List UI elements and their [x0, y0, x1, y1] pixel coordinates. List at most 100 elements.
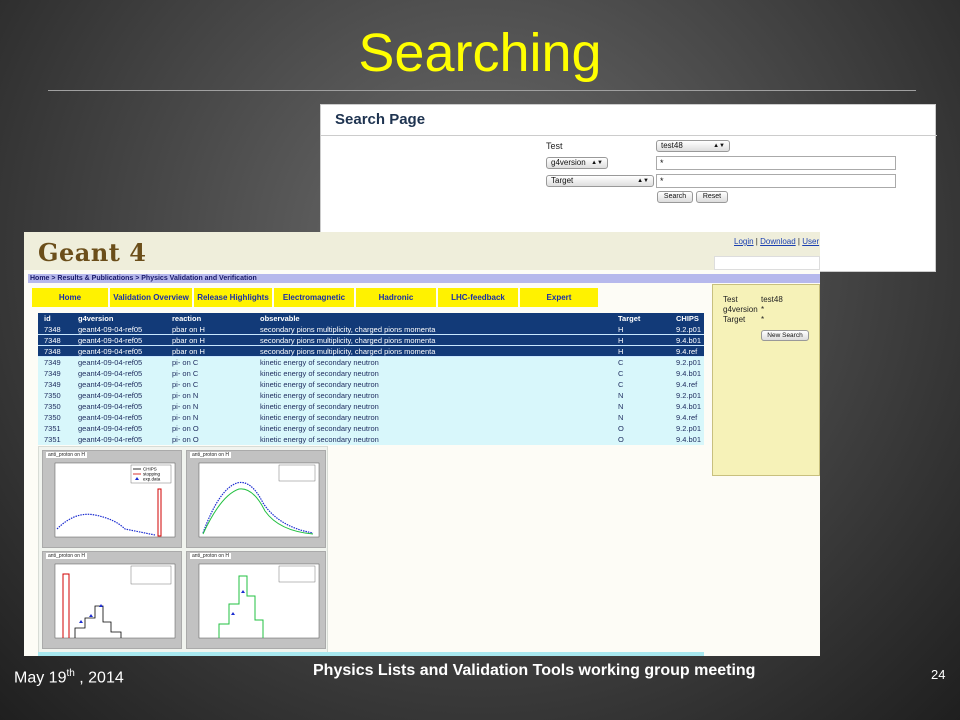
table-row[interactable]: 7348 geant4-09-04-ref05 pbar on H secondary… [38, 346, 704, 357]
table-cell: H [618, 336, 624, 345]
select-arrows-icon: ▲▼ [637, 178, 649, 184]
table-cell: 7351 [44, 424, 61, 433]
table-cell: kinetic energy of secondary neutron [260, 413, 379, 422]
plot-thumbnail[interactable]: anti_proton on H CHIPS stopping exp.data [42, 450, 182, 548]
table-cell: kinetic energy of secondary neutron [260, 380, 379, 389]
footer-meeting-title: Physics Lists and Validation Tools worki… [313, 662, 756, 679]
table-header-cell: id [44, 314, 51, 323]
table-cell: 7349 [44, 369, 61, 378]
search-heading-divider [321, 135, 937, 136]
table-cell: pi- on N [172, 413, 199, 422]
test-select[interactable]: test48 ▲▼ [656, 140, 730, 152]
slide-title: Searching [358, 23, 602, 83]
table-row[interactable]: 7350 geant4-09-04-ref05 pi- on N kinetic en… [38, 390, 704, 401]
table-cell: H [618, 325, 624, 334]
table-cell: 7350 [44, 402, 61, 411]
table-row[interactable]: 7349 geant4-09-04-ref05 pi- on C kinetic en… [38, 357, 704, 368]
table-header-cell: observable [260, 314, 300, 323]
nav-release-highlights[interactable]: Release Highlights [194, 288, 272, 307]
table-cell: geant4-09-04-ref05 [78, 336, 143, 345]
geant4-page-screenshot: Geant 4 Login | Download | User Home > R… [24, 232, 820, 656]
table-header-cell: CHIPS [676, 314, 699, 323]
field1-select[interactable]: g4version ▲▼ [546, 157, 608, 169]
table-cell: C [618, 380, 624, 389]
table-row[interactable]: 7350 geant4-09-04-ref05 pi- on N kinetic en… [38, 401, 704, 412]
test-label: Test [546, 141, 563, 151]
plot-title: anti_proton on H [190, 553, 231, 559]
nav-home[interactable]: Home [32, 288, 108, 307]
login-link[interactable]: Login [734, 237, 754, 246]
table-cell: pbar on H [172, 336, 205, 345]
table-cell: geant4-09-04-ref05 [78, 413, 143, 422]
table-cell: 9.2.p01 [676, 424, 702, 433]
field2-input[interactable]: * [656, 174, 896, 188]
nav-expert[interactable]: Expert [520, 288, 598, 307]
table-cell: geant4-09-04-ref05 [78, 369, 143, 378]
table-cell: 7348 [44, 336, 61, 345]
search-page-heading: Search Page [335, 111, 426, 128]
table-cell: 9.4.b01 [676, 336, 702, 345]
plot-thumbnail[interactable]: anti_proton on H [186, 551, 326, 649]
table-cell: geant4-09-04-ref05 [78, 358, 143, 367]
summary-target-value: * [761, 315, 765, 324]
reset-button[interactable]: Reset [696, 191, 728, 203]
table-row[interactable]: 7348 geant4-09-04-ref05 pbar on H secondary… [38, 324, 704, 335]
field1-select-value: g4version [551, 158, 586, 167]
search-summary-box: Test test48 g4version * Target * New Sea… [712, 284, 820, 476]
new-search-button[interactable]: New Search [761, 330, 809, 341]
table-row[interactable]: 7351 geant4-09-04-ref05 pi- on O kinetic en… [38, 434, 704, 445]
user-link[interactable]: User [802, 237, 819, 246]
search-button[interactable]: Search [657, 191, 693, 203]
table-row[interactable]: 7349 geant4-09-04-ref05 pi- on C kinetic en… [38, 379, 704, 390]
table-cell: 9.4.b01 [676, 369, 702, 378]
nav-validation-overview[interactable]: Validation Overview [110, 288, 192, 307]
multiplicity-histogram-plot [198, 563, 320, 639]
table-cell: 7348 [44, 347, 61, 356]
table-cell: 9.2.p01 [676, 391, 702, 400]
table-cell: pi- on N [172, 402, 199, 411]
geant4-header: Geant 4 Login | Download | User [24, 232, 820, 270]
multiplicity-histogram-plot [54, 563, 176, 639]
table-cell: geant4-09-04-ref05 [78, 402, 143, 411]
nav-lhc-feedback[interactable]: LHC-feedback [438, 288, 518, 307]
table-cell: kinetic energy of secondary neutron [260, 424, 379, 433]
plot-thumbnail[interactable]: anti_proton on H [42, 551, 182, 649]
footer-date-year: , 2014 [74, 669, 124, 687]
header-search-box[interactable] [714, 256, 820, 270]
table-cell: pi- on C [172, 369, 199, 378]
footer-date: May 19th , 2014 [14, 668, 124, 687]
table-row[interactable]: 7351 geant4-09-04-ref05 pi- on O kinetic en… [38, 423, 704, 434]
table-cell: 7350 [44, 413, 61, 422]
download-link[interactable]: Download [760, 237, 796, 246]
table-cell: C [618, 358, 624, 367]
summary-test-label: Test [723, 295, 738, 304]
table-cell: N [618, 413, 624, 422]
nav-electromagnetic[interactable]: Electromagnetic [274, 288, 354, 307]
footer-date-suffix: th [66, 668, 75, 679]
field2-select[interactable]: Target ▲▼ [546, 175, 654, 187]
field1-input[interactable]: * [656, 156, 896, 170]
table-row[interactable]: 7349 geant4-09-04-ref05 pi- on C kinetic en… [38, 368, 704, 379]
summary-target-label: Target [723, 315, 746, 324]
table-cell: H [618, 347, 624, 356]
momentum-spectrum-plot [198, 462, 320, 538]
nav-hadronic[interactable]: Hadronic [356, 288, 436, 307]
test-select-value: test48 [661, 141, 683, 150]
table-row[interactable]: 7348 geant4-09-04-ref05 pbar on H secondary… [38, 335, 704, 346]
footer-date-day: May 19 [14, 669, 67, 687]
table-cell: 9.2.p01 [676, 358, 702, 367]
breadcrumb[interactable]: Home > Results & Publications > Physics … [28, 274, 820, 283]
select-arrows-icon: ▲▼ [591, 160, 603, 166]
field2-select-value: Target [551, 176, 574, 185]
plot-thumbnail[interactable]: anti_proton on H [186, 450, 326, 548]
table-row[interactable]: 7350 geant4-09-04-ref05 pi- on N kinetic en… [38, 412, 704, 423]
table-cell: pbar on H [172, 347, 205, 356]
table-cell: pi- on C [172, 358, 199, 367]
table-cell: secondary pions multiplicity, charged pi… [260, 325, 436, 334]
results-table: id g4version reaction observable Target CHIPS… [38, 313, 704, 445]
top-links: Login | Download | User [734, 237, 819, 246]
table-header-cell: g4version [78, 314, 114, 323]
summary-g4version-label: g4version [723, 305, 758, 314]
table-cell: 9.4.ref [676, 380, 698, 389]
table-cell: 7349 [44, 380, 61, 389]
